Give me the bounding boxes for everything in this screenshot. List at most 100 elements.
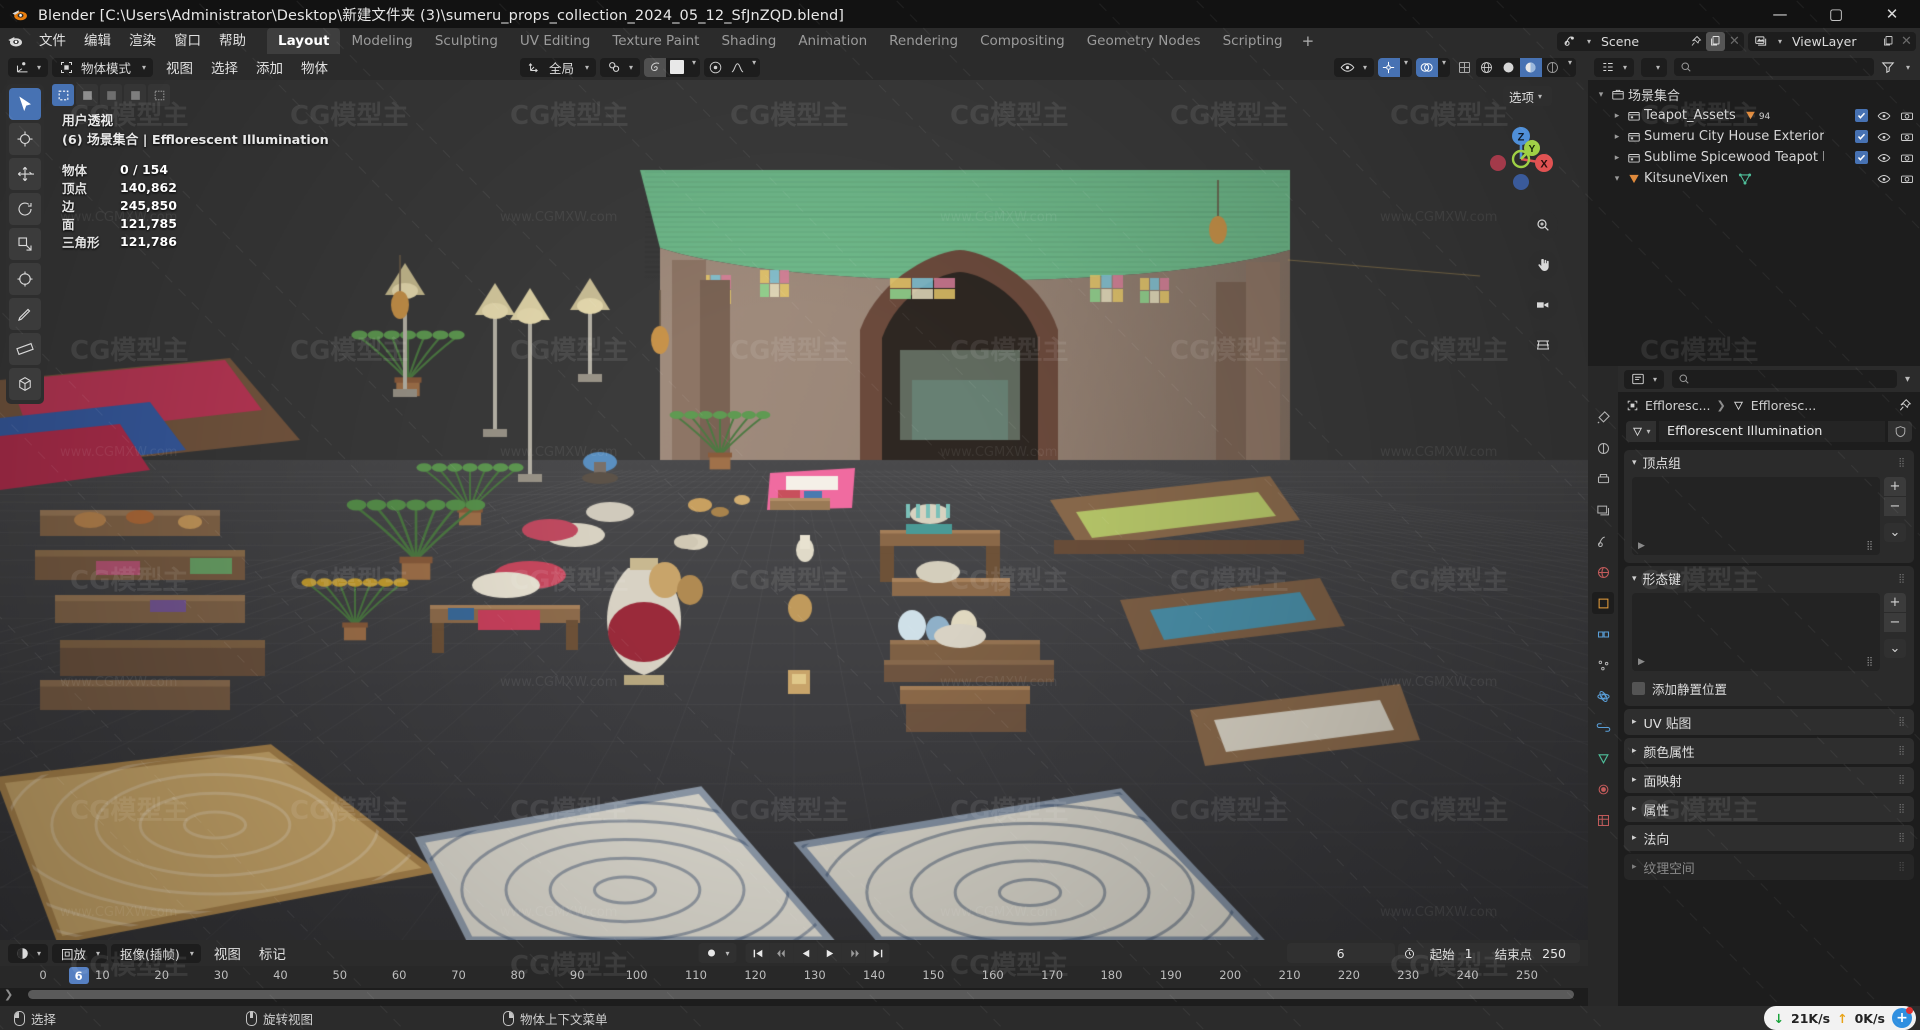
blender-menu-icon[interactable] — [0, 28, 30, 54]
scene-chevron-down-icon[interactable]: ▾ — [1583, 37, 1595, 46]
auto-keying-toggle[interactable]: ▾ — [698, 943, 737, 963]
tab-world[interactable] — [1592, 561, 1614, 583]
auto-keying-chevron-down-icon[interactable]: ▾ — [721, 949, 733, 958]
keying-menu[interactable]: 抠像(插帧) ▾ — [111, 943, 201, 963]
tool-cursor-icon[interactable] — [9, 123, 41, 155]
tab-texture[interactable] — [1592, 809, 1614, 831]
pan-view-icon[interactable] — [1528, 250, 1558, 280]
outliner-root-row[interactable]: ▾ 场景集合 — [1588, 84, 1920, 105]
expand-triangle-icon[interactable]: ▾ — [1594, 90, 1608, 100]
viewport-menu-add[interactable]: 添加 — [247, 57, 292, 77]
viewport-menu-select[interactable]: 选择 — [202, 57, 247, 77]
panel-normals[interactable]: ▸ 法向 ⣿ — [1624, 825, 1914, 851]
new-viewlayer-icon[interactable] — [1878, 32, 1897, 51]
viewport-menu-view[interactable]: 视图 — [157, 57, 202, 77]
xray-toggle-icon[interactable] — [1454, 58, 1476, 77]
outliner-filter-chevron-down-icon[interactable]: ▾ — [1902, 63, 1914, 72]
shading-rendered-icon[interactable] — [1542, 58, 1564, 77]
toggle-perspective-icon[interactable] — [1528, 330, 1558, 360]
panel-color-attributes[interactable]: ▸ 颜色属性 ⣿ — [1624, 738, 1914, 764]
chevron-right-icon[interactable]: ▸ — [1632, 746, 1637, 756]
list-item[interactable]: ▸ Teapot_Assets 94 — [1588, 105, 1920, 126]
tool-scale-icon[interactable] — [9, 228, 41, 260]
visibility-eye-icon[interactable] — [1337, 58, 1359, 77]
resize-grip-icon[interactable]: ⣿ — [1866, 657, 1874, 667]
list-item[interactable]: ▾ KitsuneVixen — [1588, 168, 1920, 189]
add-rest-position-row[interactable]: 添加静置位置 — [1632, 679, 1906, 698]
delete-viewlayer-icon[interactable]: ✕ — [1897, 32, 1916, 51]
options-chevron-down-icon[interactable]: ▾ — [1534, 92, 1546, 101]
timeline-scrollbar[interactable] — [28, 990, 1574, 999]
snap-group[interactable]: ▾ — [600, 57, 641, 77]
properties-type-chevron-down-icon[interactable]: ▾ — [1649, 375, 1661, 384]
tool-add-cube-icon[interactable] — [9, 368, 41, 400]
tab-view-layer[interactable] — [1592, 499, 1614, 521]
play-reverse-button[interactable] — [793, 943, 818, 963]
select-subtract-icon[interactable] — [100, 84, 122, 106]
expand-arrow-icon[interactable]: ▶ — [1638, 657, 1645, 667]
tab-render[interactable] — [1592, 437, 1614, 459]
add-shape-key-button[interactable]: + — [1884, 593, 1906, 612]
breadcrumb-object-name[interactable]: Effloresc... — [1645, 398, 1711, 413]
play-button[interactable] — [817, 943, 842, 963]
use-preview-range-icon[interactable] — [1398, 947, 1422, 960]
resize-grip-icon[interactable]: ⣿ — [1866, 541, 1874, 551]
outliner-filter-icon[interactable] — [1877, 58, 1899, 77]
pin-id-icon[interactable] — [1898, 398, 1912, 412]
navigation-gizmo[interactable]: Z X Y — [1482, 120, 1560, 198]
datablock-chevron-down-icon[interactable]: ▾ — [1646, 427, 1650, 436]
shading-modes-group[interactable]: ▾ — [1475, 57, 1576, 77]
shape-keys-list[interactable]: ▶ ⣿ — [1632, 593, 1880, 671]
mode-chevron-down-icon[interactable]: ▾ — [138, 63, 150, 72]
tab-rendering[interactable]: Rendering — [878, 28, 969, 54]
show-overlays-icon[interactable] — [1415, 57, 1438, 77]
checkbox-enable[interactable] — [1855, 109, 1868, 122]
chevron-right-icon[interactable]: ▸ — [1632, 833, 1637, 843]
timeline-horizontal-scroll[interactable]: ❯ — [0, 988, 1588, 1001]
proportional-center-icon[interactable] — [704, 58, 726, 77]
jump-to-end-button[interactable] — [865, 943, 890, 963]
editor-type-chevron-down-icon[interactable]: ▾ — [33, 63, 45, 72]
proportional-falloff-swatch[interactable] — [666, 58, 688, 77]
remove-shape-key-button[interactable]: − — [1884, 613, 1906, 632]
camera-icon[interactable] — [1900, 151, 1914, 165]
tab-scene[interactable] — [1592, 530, 1614, 552]
datablock-name-field[interactable]: Efflorescent Illumination — [1659, 421, 1885, 442]
visibility-group[interactable]: ▾ — [1333, 57, 1374, 77]
overlays-chevron-down-icon[interactable]: ▾ — [1438, 58, 1450, 77]
viewport-options-button[interactable]: 选项 ▾ — [1502, 86, 1552, 106]
jump-to-start-button[interactable] — [745, 943, 770, 963]
tab-layout[interactable]: Layout — [267, 28, 341, 54]
gizmo-chevron-down-icon[interactable]: ▾ — [1400, 58, 1412, 77]
expand-triangle-icon[interactable]: ▾ — [1610, 174, 1624, 184]
tool-transform-icon[interactable] — [9, 263, 41, 295]
shape-key-specials-button[interactable]: ⌄ — [1884, 639, 1906, 658]
chevron-right-icon[interactable]: ▸ — [1632, 717, 1637, 727]
network-speed-widget[interactable]: ↓ 21K/s ↑ 0K/s + — [1763, 1006, 1916, 1030]
curve-chevron-down-icon[interactable]: ▾ — [748, 58, 760, 77]
timeline-editor-type-selector[interactable]: ▾ — [8, 943, 49, 963]
tab-tool[interactable] — [1592, 406, 1614, 428]
viewport-render-canvas[interactable] — [0, 80, 1588, 940]
fake-user-shield-icon[interactable] — [1888, 421, 1912, 442]
delete-scene-icon[interactable]: ✕ — [1725, 32, 1744, 51]
tab-compositing[interactable]: Compositing — [969, 28, 1076, 54]
eye-icon[interactable] — [1877, 151, 1891, 165]
minimize-button[interactable]: — — [1752, 0, 1808, 28]
viewlayer-chevron-down-icon[interactable]: ▾ — [1774, 37, 1786, 46]
timeline-type-chevron-down-icon[interactable]: ▾ — [33, 949, 45, 958]
checkbox-enable[interactable] — [1855, 130, 1868, 143]
chevron-right-icon[interactable]: ▸ — [1632, 775, 1637, 785]
panel-attributes[interactable]: ▸ 属性 ⣿ — [1624, 796, 1914, 822]
menu-render[interactable]: 渲染 — [120, 28, 165, 54]
tool-measure-icon[interactable] — [9, 333, 41, 365]
scene-selector[interactable]: ▾ Scene ✕ — [1556, 31, 1744, 51]
add-workspace-button[interactable]: + — [1294, 32, 1323, 50]
tool-select-box-icon[interactable] — [9, 88, 41, 120]
tab-geometry-nodes[interactable]: Geometry Nodes — [1076, 28, 1212, 54]
playback-menu[interactable]: 回放 ▾ — [52, 943, 108, 963]
tab-physics[interactable] — [1592, 685, 1614, 707]
viewport-menu-object[interactable]: 物体 — [292, 57, 337, 77]
datablock-browse-button[interactable]: ▾ — [1626, 421, 1656, 442]
3d-viewport[interactable]: 用户透视 (6) 场景集合 | Efflorescent Illuminatio… — [0, 80, 1588, 940]
